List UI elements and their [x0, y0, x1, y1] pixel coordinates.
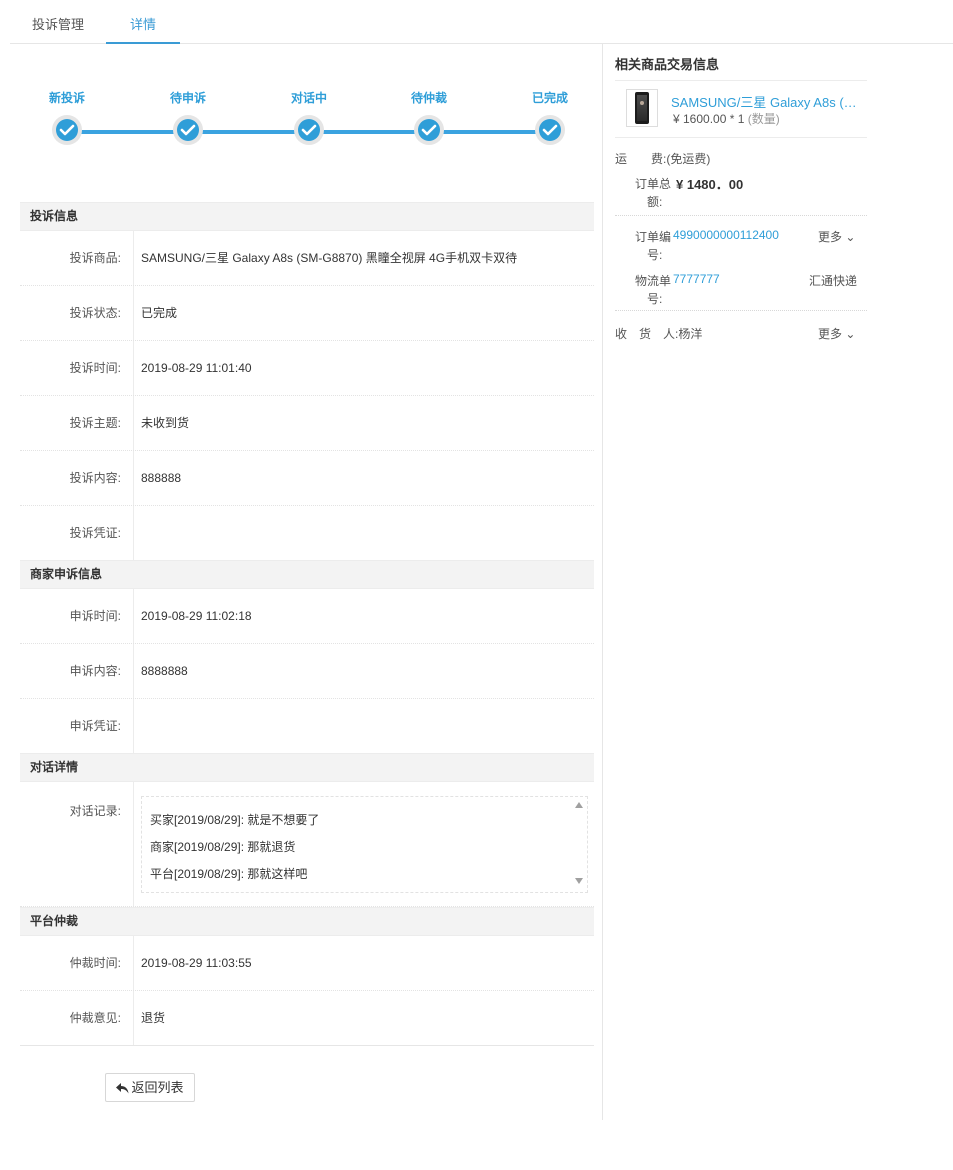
- order-total-label: 订单总: [635, 177, 672, 191]
- product-price: ¥ 1600.00 * 1 (数量): [673, 112, 780, 126]
- chevron-down-icon: ⌄: [845, 327, 856, 341]
- info-row: 申诉凭证:: [20, 699, 594, 754]
- complaint-time: 2019-08-29 11:01:40: [141, 361, 252, 375]
- step-label: 对话中: [290, 91, 327, 105]
- info-row: 仲裁时间: 2019-08-29 11:03:55: [20, 936, 594, 991]
- dialog-message: 商家[2019/08/29]: 那就退货: [150, 840, 296, 854]
- section-header-complaint-info: 投诉信息: [20, 202, 594, 231]
- step-label: 已完成: [531, 91, 568, 105]
- logistics-number-label: 物流单: [635, 274, 672, 288]
- order-more-button[interactable]: 更多 ⌄: [818, 228, 855, 245]
- section-header-arbitration: 平台仲裁: [20, 907, 594, 936]
- step-complete-icon: [173, 115, 203, 145]
- step-label: 待仲裁: [410, 91, 447, 105]
- order-number-label-2: 号:: [647, 248, 663, 262]
- info-row: 投诉主题: 未收到货: [20, 396, 594, 451]
- complaint-subject: 未收到货: [141, 416, 190, 430]
- product-thumbnail[interactable]: [626, 89, 658, 127]
- progress-step: 待申诉: [148, 88, 228, 145]
- appeal-content: 8888888: [141, 664, 188, 678]
- logistics-number-label-2: 号:: [647, 292, 663, 306]
- order-number-link[interactable]: 4990000000112400: [673, 228, 779, 242]
- divider: [615, 80, 867, 81]
- row-label: 投诉内容:: [20, 451, 134, 505]
- logistics-company: 汇通快递: [809, 274, 858, 288]
- appeal-time: 2019-08-29 11:02:18: [141, 609, 252, 623]
- progress-step: 对话中: [269, 88, 349, 145]
- step-complete-icon: [414, 115, 444, 145]
- info-row: 申诉内容: 8888888: [20, 644, 594, 699]
- tab-details[interactable]: 详情: [106, 0, 180, 44]
- progress-tracker: 新投诉 待申诉 对话中 待仲裁 已完成: [20, 44, 594, 194]
- row-label: 投诉主题:: [20, 396, 134, 450]
- scroll-up-arrow-icon[interactable]: [575, 802, 583, 808]
- tab-bar: 投诉管理 详情: [10, 0, 953, 44]
- panel-divider: [602, 44, 603, 1120]
- row-label: 投诉状态:: [20, 286, 134, 340]
- info-row: 仲裁意见: 退货: [20, 991, 594, 1046]
- reply-arrow-icon: [116, 1083, 129, 1094]
- progress-step: 待仲裁: [389, 88, 469, 145]
- receiver-more-button[interactable]: 更多 ⌄: [818, 325, 855, 342]
- row-label: 申诉时间:: [20, 589, 134, 643]
- dialog-message: 买家[2019/08/29]: 就是不想要了: [150, 813, 320, 827]
- info-row: 申诉时间: 2019-08-29 11:02:18: [20, 589, 594, 644]
- order-total-value: ¥ 1480．00: [676, 177, 744, 192]
- info-row: 投诉状态: 已完成: [20, 286, 594, 341]
- row-label: 申诉内容:: [20, 644, 134, 698]
- product-link[interactable]: SAMSUNG/三星 Galaxy A8s (SM-G8870) 黑瞳全视屏 4…: [671, 92, 861, 111]
- info-row: 投诉时间: 2019-08-29 11:01:40: [20, 341, 594, 396]
- row-label: 投诉凭证:: [20, 506, 134, 560]
- step-complete-icon: [535, 115, 565, 145]
- dialog-scrollbar[interactable]: [571, 797, 587, 892]
- row-label: 仲裁时间:: [20, 936, 134, 990]
- step-label: 新投诉: [48, 91, 85, 105]
- back-button-label: 返回列表: [131, 1080, 184, 1095]
- shipping-fee: 运 费:(免运费): [615, 152, 711, 166]
- back-to-list-button[interactable]: 返回列表: [105, 1073, 195, 1102]
- arbitration-time: 2019-08-29 11:03:55: [141, 956, 252, 970]
- row-label: 投诉时间:: [20, 341, 134, 395]
- complaint-content: 888888: [141, 471, 182, 485]
- progress-step: 已完成: [510, 88, 590, 145]
- complaint-status: 已完成: [141, 306, 178, 320]
- info-row: 投诉内容: 888888: [20, 451, 594, 506]
- divider: [615, 215, 867, 216]
- dialog-message: 平台[2019/08/29]: 那就这样吧: [150, 867, 308, 881]
- tab-complaint-management[interactable]: 投诉管理: [20, 0, 96, 44]
- order-info-title: 相关商品交易信息: [615, 57, 720, 72]
- step-complete-icon: [294, 115, 324, 145]
- row-label: 投诉商品:: [20, 231, 134, 285]
- section-header-appeal-info: 商家申诉信息: [20, 560, 594, 589]
- divider: [615, 310, 867, 311]
- complaint-product: SAMSUNG/三星 Galaxy A8s (SM-G8870) 黑瞳全视屏 4…: [141, 251, 518, 265]
- receiver: 收 货 人:杨洋: [615, 327, 703, 341]
- progress-step: 新投诉: [27, 88, 107, 145]
- dialog-row: 对话记录: 买家[2019/08/29]: 就是不想要了 商家[2019/08/…: [20, 782, 594, 907]
- chevron-down-icon: ⌄: [845, 230, 856, 244]
- row-label: 仲裁意见:: [20, 991, 134, 1045]
- scroll-down-arrow-icon[interactable]: [575, 878, 583, 884]
- order-total-label-2: 额:: [647, 195, 663, 209]
- info-row: 投诉凭证:: [20, 506, 594, 561]
- section-header-dialog: 对话详情: [20, 753, 594, 782]
- dialog-log[interactable]: 买家[2019/08/29]: 就是不想要了 商家[2019/08/29]: 那…: [141, 796, 588, 893]
- info-row: 投诉商品: SAMSUNG/三星 Galaxy A8s (SM-G8870) 黑…: [20, 231, 594, 286]
- divider: [615, 137, 867, 138]
- logistics-number-link[interactable]: 7777777: [673, 272, 720, 286]
- row-label: 申诉凭证:: [20, 699, 134, 753]
- row-label: 对话记录:: [20, 782, 134, 906]
- step-complete-icon: [52, 115, 82, 145]
- arbitration-opinion: 退货: [141, 1011, 166, 1025]
- order-number-label: 订单编: [635, 230, 672, 244]
- step-label: 待申诉: [169, 91, 206, 105]
